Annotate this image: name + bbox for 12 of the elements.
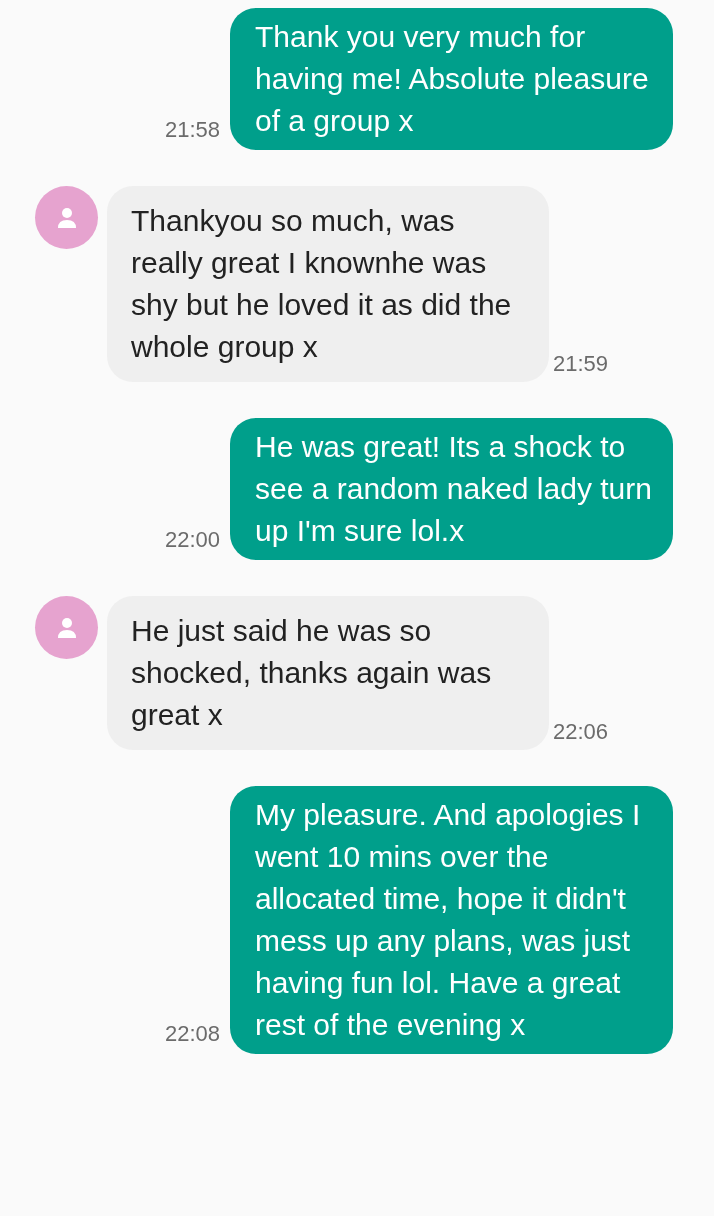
message-time: 22:00 bbox=[164, 526, 220, 554]
received-message-bubble: Thankyou so much, was really great I knownhe was shy but he loved it as did the whole group x bbox=[107, 186, 549, 382]
message-time: 22:06 bbox=[553, 718, 609, 746]
sent-message-bubble: Thank you very much for having me! Absolute pleasure of a group x bbox=[230, 8, 673, 150]
message-time: 22:08 bbox=[164, 1020, 220, 1048]
sent-message-bubble: My pleasure. And apologies I went 10 mins over the allocated time, hope it didn't mess up any plans, was just having fun lol. Have a great rest of the evening x bbox=[230, 786, 673, 1054]
person-icon bbox=[56, 616, 77, 639]
message-time: 21:59 bbox=[553, 350, 609, 378]
person-icon bbox=[56, 206, 77, 229]
sent-message-bubble: He was great! Its a shock to see a random naked lady turn up I'm sure lol.x bbox=[230, 418, 673, 560]
message-time: 21:58 bbox=[164, 116, 220, 144]
received-message-bubble: He just said he was so shocked, thanks again was great x bbox=[107, 596, 549, 750]
